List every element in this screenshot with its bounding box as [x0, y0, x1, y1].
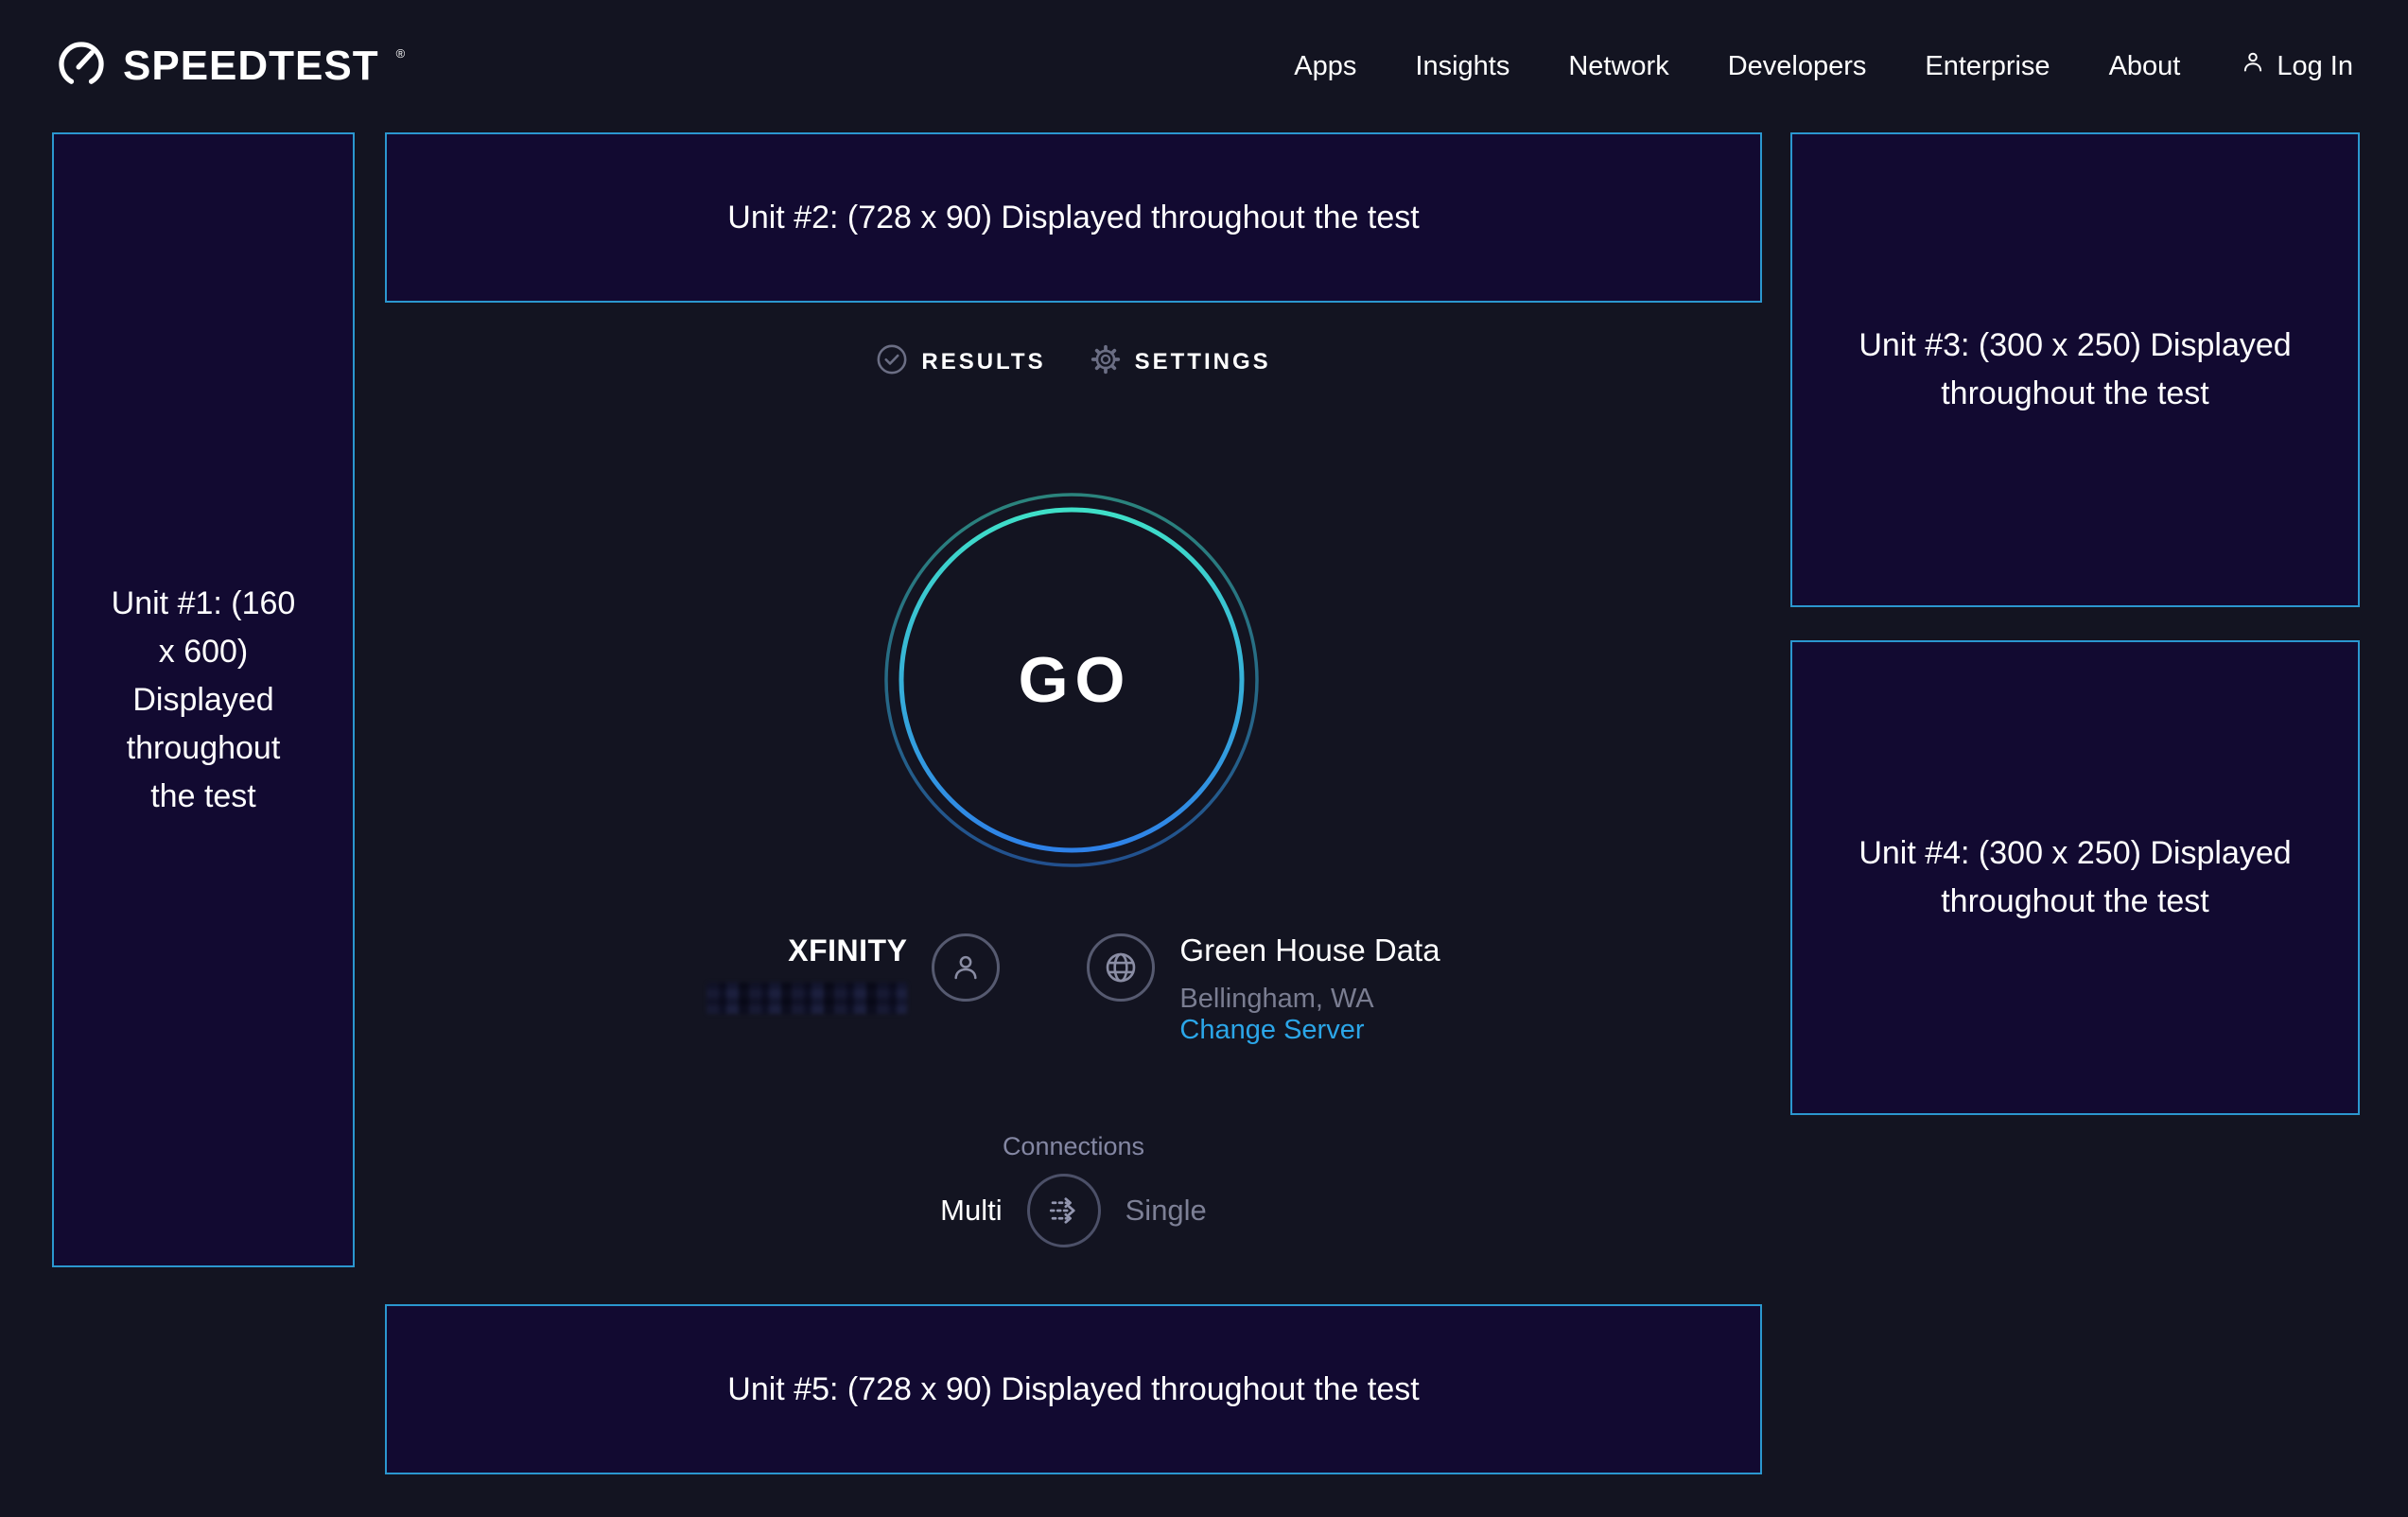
- nav-menu: Apps Insights Network Developers Enterpr…: [1294, 48, 2353, 84]
- nav-item-insights[interactable]: Insights: [1415, 51, 1509, 82]
- results-tab-label: RESULTS: [921, 349, 1045, 375]
- multi-connection-arrows-icon: [1043, 1190, 1085, 1231]
- ad-unit-3-label: Unit #3: (300 x 250) Displayed throughou…: [1829, 322, 2321, 418]
- ad-unit-4-label: Unit #4: (300 x 250) Displayed throughou…: [1829, 829, 2321, 926]
- ad-unit-5-label: Unit #5: (728 x 90) Displayed throughout…: [727, 1366, 1419, 1414]
- login-button[interactable]: Log In: [2239, 48, 2353, 84]
- nav-item-about[interactable]: About: [2109, 51, 2181, 82]
- redacted-ip-address: [707, 983, 907, 1014]
- server-globe-icon[interactable]: [1087, 933, 1155, 1002]
- speedometer-icon: [55, 38, 108, 96]
- ad-unit-2[interactable]: Unit #2: (728 x 90) Displayed throughout…: [385, 132, 1762, 303]
- nav-item-apps[interactable]: Apps: [1294, 51, 1356, 82]
- connections-section: Connections Multi Single: [385, 1132, 1762, 1247]
- gear-icon: [1090, 343, 1122, 380]
- connections-label: Connections: [385, 1132, 1762, 1161]
- logo-trademark: ®: [396, 46, 406, 61]
- settings-tab-label: SETTINGS: [1135, 349, 1271, 375]
- isp-user-icon[interactable]: [932, 933, 1000, 1002]
- nav-item-developers[interactable]: Developers: [1728, 51, 1867, 82]
- change-server-link[interactable]: Change Server: [1179, 1015, 1364, 1045]
- login-label: Log In: [2277, 51, 2353, 82]
- logo-text: SPEEDTEST: [123, 43, 379, 90]
- nav-item-network[interactable]: Network: [1568, 51, 1668, 82]
- ad-unit-1-label: Unit #1: (160 x 600) Displayed throughou…: [106, 580, 301, 821]
- tab-bar: RESULTS SETTINGS: [385, 343, 1762, 380]
- isp-name: XFINITY: [707, 932, 907, 969]
- server-block: Green House Data Bellingham, WA Change S…: [1179, 932, 1440, 1046]
- provider-info-row: XFINITY Green House Data Bellingham, WA …: [385, 932, 1762, 1046]
- connections-toggle-row: Multi Single: [385, 1174, 1762, 1247]
- tab-results[interactable]: RESULTS: [876, 343, 1045, 380]
- server-name: Green House Data: [1179, 932, 1440, 969]
- top-nav: SPEEDTEST ® Apps Insights Network Develo…: [0, 0, 2408, 132]
- ad-unit-2-label: Unit #2: (728 x 90) Displayed throughout…: [727, 194, 1419, 242]
- speedtest-logo[interactable]: SPEEDTEST ®: [55, 38, 403, 96]
- connections-single-option[interactable]: Single: [1125, 1194, 1207, 1228]
- connections-toggle[interactable]: [1027, 1174, 1101, 1247]
- nav-item-enterprise[interactable]: Enterprise: [1925, 51, 2050, 82]
- tab-settings[interactable]: SETTINGS: [1090, 343, 1271, 380]
- user-icon: [2239, 48, 2267, 84]
- check-circle-icon: [876, 343, 908, 380]
- go-button-label: GO: [882, 491, 1261, 869]
- ad-unit-1[interactable]: Unit #1: (160 x 600) Displayed throughou…: [52, 132, 355, 1267]
- server-location: Bellingham, WA: [1179, 984, 1440, 1015]
- ad-unit-4[interactable]: Unit #4: (300 x 250) Displayed throughou…: [1790, 640, 2360, 1115]
- connections-multi-option[interactable]: Multi: [940, 1194, 1002, 1228]
- isp-block: XFINITY: [707, 932, 907, 1014]
- ad-unit-3[interactable]: Unit #3: (300 x 250) Displayed throughou…: [1790, 132, 2360, 607]
- go-button[interactable]: GO: [882, 491, 1261, 869]
- ad-unit-5[interactable]: Unit #5: (728 x 90) Displayed throughout…: [385, 1304, 1762, 1474]
